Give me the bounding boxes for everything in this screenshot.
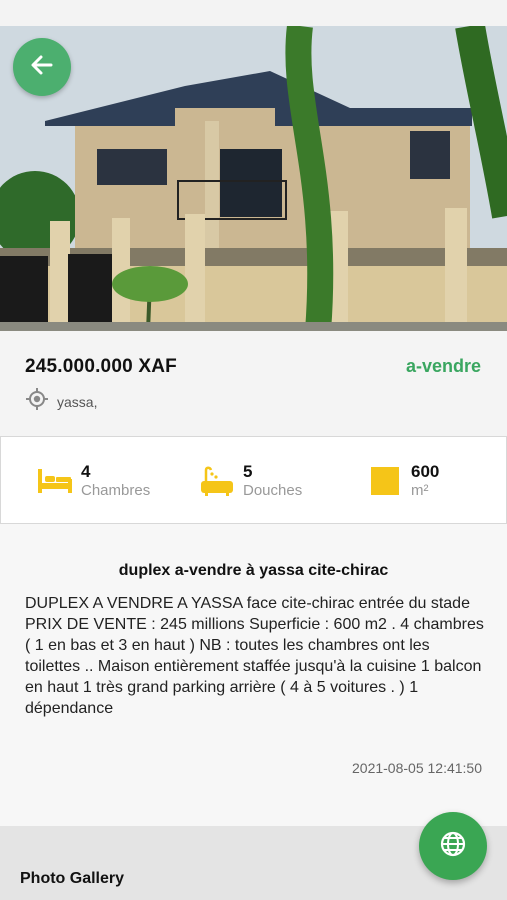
globe-icon — [439, 830, 467, 863]
showers-label: Douches — [243, 482, 303, 499]
location-text: yassa, — [57, 393, 98, 410]
bathtub-icon — [199, 463, 235, 499]
bedrooms-value: 4 — [81, 462, 91, 481]
listing-title: duplex a-vendre à yassa cite-chirac — [118, 562, 389, 579]
property-photo — [0, 26, 507, 331]
feature-area: 600 m² — [367, 437, 439, 525]
globe-button[interactable] — [419, 812, 487, 880]
listing-price: 245.000.000 XAF — [25, 356, 177, 377]
feature-bedrooms: 4 Chambres — [37, 437, 150, 525]
features-panel: 4 Chambres 5 Douches 600 m² — [0, 436, 507, 524]
listing-location: yassa, — [25, 387, 97, 416]
feature-showers: 5 Douches — [199, 437, 302, 525]
back-button[interactable] — [13, 38, 71, 96]
listing-summary — [0, 331, 507, 436]
photo-gallery-title: Photo Gallery — [20, 870, 125, 887]
listing-description: DUPLEX A VENDRE A YASSA face cite-chirac… — [25, 595, 484, 717]
bed-icon — [37, 463, 73, 499]
listing-status: a-vendre — [405, 356, 481, 376]
arrow-left-icon — [29, 52, 55, 83]
area-value: 600 — [411, 462, 440, 481]
status-bar — [0, 0, 507, 26]
location-target-icon — [25, 387, 49, 416]
bedrooms-label: Chambres — [81, 482, 151, 499]
listing-date: 2021-08-05 12:41:50 — [352, 760, 482, 776]
area-label: m² — [411, 482, 429, 499]
showers-value: 5 — [243, 462, 253, 481]
square-area-icon — [367, 463, 403, 499]
